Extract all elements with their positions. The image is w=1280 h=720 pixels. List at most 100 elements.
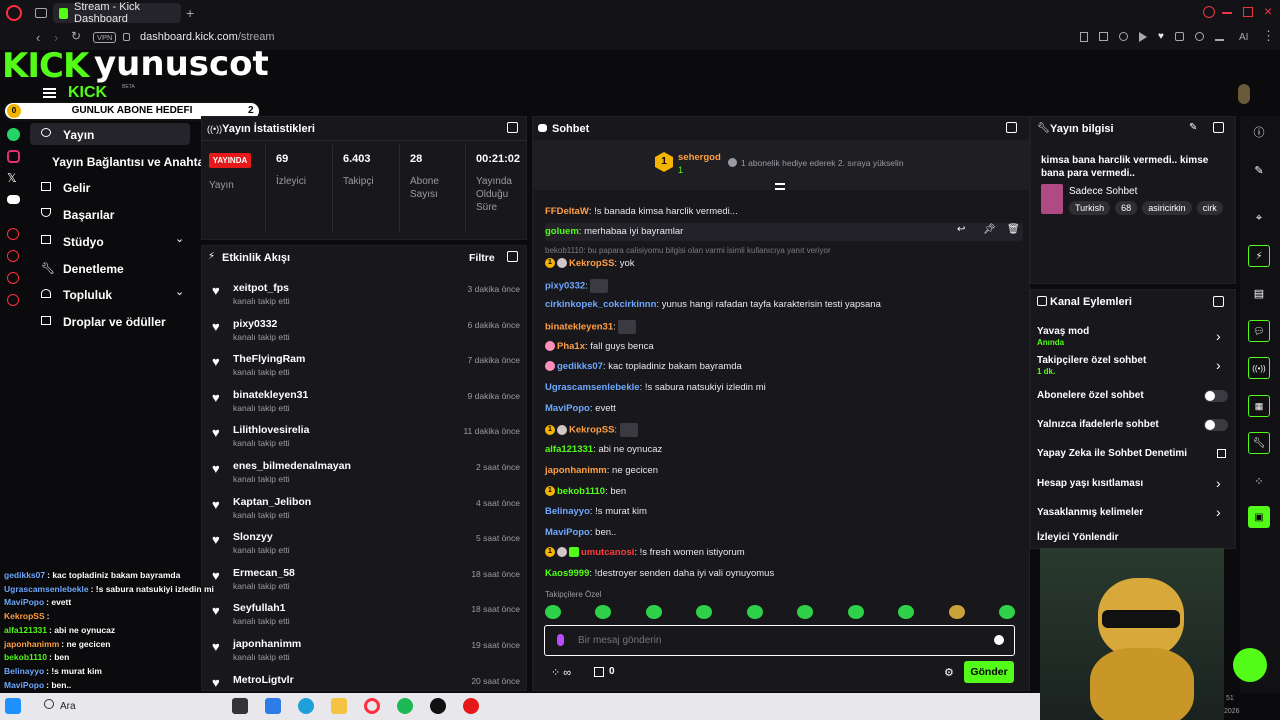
reload-icon[interactable]: ↻: [71, 29, 81, 43]
chevron-down-icon[interactable]: ⌄: [175, 285, 184, 298]
pinned-username[interactable]: sehergod: [678, 152, 721, 163]
edit-icon[interactable]: ✎: [1248, 159, 1270, 181]
chevron-right-icon[interactable]: ›: [1216, 504, 1221, 520]
stream-tag[interactable]: asiricirkin: [1142, 201, 1192, 215]
popout-icon[interactable]: [507, 251, 518, 262]
chat-username[interactable]: Kaos9999: [545, 568, 589, 579]
edit-pencil-icon[interactable]: ✎: [1189, 122, 1197, 133]
chat-input[interactable]: [578, 632, 978, 648]
chat-username[interactable]: bekob1110: [557, 486, 605, 497]
category-name[interactable]: Sadece Sohbet: [1069, 186, 1137, 197]
broadcast-rail-icon[interactable]: ((•)): [1248, 357, 1270, 379]
chat-message[interactable]: FFDeltaW: !s banada kimsa harclik vermed…: [545, 206, 738, 217]
tab-overview-icon[interactable]: [35, 8, 47, 18]
popout-icon[interactable]: [507, 122, 518, 133]
chevron-right-icon[interactable]: ›: [1216, 475, 1221, 491]
chat-message[interactable]: goluem: merhabaa iyi bayramlar: [545, 226, 683, 237]
chat-username[interactable]: goluem: [545, 226, 579, 237]
chat-message[interactable]: 1 bekob1110: ben: [545, 486, 626, 497]
lock-icon[interactable]: [123, 33, 130, 41]
chevron-down-icon[interactable]: ⌄: [175, 232, 184, 245]
chat-message[interactable]: Pha1x: fall guys benca: [545, 341, 654, 352]
app-icon[interactable]: [265, 698, 281, 714]
activity-item[interactable]: ♥ Lilithlovesirelia kanalı takip etti 11 da…: [212, 423, 520, 457]
taskbar-search-label[interactable]: Ara: [60, 701, 76, 712]
activity-item[interactable]: ♥ Seyfullah1 kanalı takip etti 18 saat önce: [212, 601, 520, 635]
chat-message[interactable]: Belinayyo: !s murat kim: [545, 506, 647, 517]
support-headset-icon[interactable]: [1233, 648, 1267, 682]
activity-username[interactable]: Ermecan_58: [233, 567, 295, 579]
quick-emote[interactable]: [948, 605, 965, 619]
activity-username[interactable]: Slonzyy: [233, 531, 273, 543]
chat-message[interactable]: Kaos9999: !destroyer senden daha iyi val…: [545, 568, 774, 579]
nav-gelir[interactable]: Gelir: [63, 181, 90, 195]
chat-username[interactable]: MaviPopo: [545, 403, 590, 414]
opera-sidebar-icon-3[interactable]: [7, 272, 19, 284]
back-icon[interactable]: ‹: [36, 30, 40, 45]
quick-emote[interactable]: [746, 605, 763, 619]
chat-username[interactable]: umutcanosi: [581, 547, 634, 558]
activity-rail-icon[interactable]: ⚡︎: [1248, 245, 1270, 267]
new-tab-plus-icon[interactable]: +: [186, 5, 194, 21]
raid-label[interactable]: İzleyici Yönlendir: [1037, 532, 1119, 543]
obs-icon[interactable]: [430, 698, 446, 714]
activity-username[interactable]: Kaptan_Jelibon: [233, 496, 311, 508]
chat-username[interactable]: KekropSS: [569, 425, 614, 436]
share-rail-icon[interactable]: ⁘: [1248, 470, 1270, 492]
reply-icon[interactable]: ↩: [957, 224, 965, 235]
chat-username[interactable]: gedikks07: [557, 361, 603, 372]
delete-icon[interactable]: 🗑︎: [1007, 224, 1020, 235]
nav-yayin[interactable]: Yayın: [63, 128, 94, 142]
nav-denetleme[interactable]: Denetleme: [63, 262, 124, 276]
windows-start-icon[interactable]: [5, 698, 21, 714]
nav-topluluk[interactable]: Topluluk: [63, 288, 112, 302]
chat-handle-icon[interactable]: [775, 183, 785, 190]
chat-username[interactable]: MaviPopo: [545, 527, 590, 538]
close-window-icon[interactable]: ×: [1264, 3, 1272, 19]
share-icon[interactable]: [1194, 32, 1204, 41]
task-view-icon[interactable]: [232, 698, 248, 714]
opera-taskbar-icon[interactable]: [364, 698, 380, 714]
chat-username[interactable]: Belinayyo: [545, 506, 590, 517]
hamburger-menu-icon[interactable]: [43, 88, 56, 98]
opera-sidebar-icon-1[interactable]: [7, 228, 19, 240]
chat-username[interactable]: cirkinkopek_cokcirkinnn: [545, 299, 656, 310]
chat-input-box[interactable]: [544, 625, 1015, 656]
stream-tag[interactable]: 68: [1115, 201, 1138, 215]
forward-icon[interactable]: ›: [54, 30, 58, 45]
external-link-icon[interactable]: [1217, 449, 1226, 458]
activity-item[interactable]: ♥ Slonzyy kanalı takip etti 5 saat önce: [212, 530, 520, 564]
chat-message[interactable]: binatekleyen31:: [545, 320, 637, 334]
nav-droplar[interactable]: Droplar ve ödüller: [63, 315, 166, 329]
instagram-icon[interactable]: [7, 150, 20, 163]
download-icon[interactable]: [1214, 32, 1224, 41]
quick-emote[interactable]: [645, 605, 662, 619]
activity-item[interactable]: ♥ japonhanimm kanalı takip etti 19 saat önc…: [212, 637, 520, 671]
stream-tag[interactable]: Turkish: [1069, 201, 1111, 215]
discord-icon[interactable]: [7, 195, 20, 204]
activity-username[interactable]: japonhanimm: [233, 638, 301, 650]
emotes-chat-toggle[interactable]: [1204, 419, 1228, 431]
extensions-icon[interactable]: [1174, 32, 1184, 41]
chat-message[interactable]: 1 KekropSS: yok: [545, 258, 634, 269]
activity-item[interactable]: ♥ binatekleyen31 kanalı takip etti 9 dakika…: [212, 388, 520, 422]
activity-username[interactable]: binatekleyen31: [233, 389, 308, 401]
ai-button[interactable]: AI: [1239, 32, 1248, 43]
ai-moderation-label[interactable]: Yapay Zeka ile Sohbet Denetimi: [1037, 448, 1187, 459]
chat-message[interactable]: japonhanimm: ne gecicen: [545, 465, 658, 476]
activity-item[interactable]: ♥ enes_bilmedenalmayan kanalı takip etti 2 …: [212, 459, 520, 493]
slow-mode-label[interactable]: Yavaş mod: [1037, 326, 1089, 337]
minimize-icon[interactable]: [1222, 12, 1232, 14]
activity-username[interactable]: Seyfullah1: [233, 602, 286, 614]
opera-logo-icon[interactable]: [6, 5, 22, 21]
vpn-badge[interactable]: VPN: [93, 32, 117, 43]
activity-item[interactable]: ♥ Ermecan_58 kanalı takip etti 18 saat önce: [212, 566, 520, 600]
infinity-icon[interactable]: ⁘ ∞: [551, 666, 571, 679]
chat-username[interactable]: Pha1x: [557, 341, 585, 352]
activity-item[interactable]: ♥ TheFlyingRam kanalı takip etti 7 dakika ö…: [212, 352, 520, 386]
popout-icon[interactable]: [1213, 296, 1224, 307]
popout-icon[interactable]: [1006, 122, 1017, 133]
chat-username[interactable]: binatekleyen31: [545, 322, 613, 333]
activity-username[interactable]: Lilithlovesirelia: [233, 424, 309, 436]
popout-icon[interactable]: [1213, 122, 1224, 133]
